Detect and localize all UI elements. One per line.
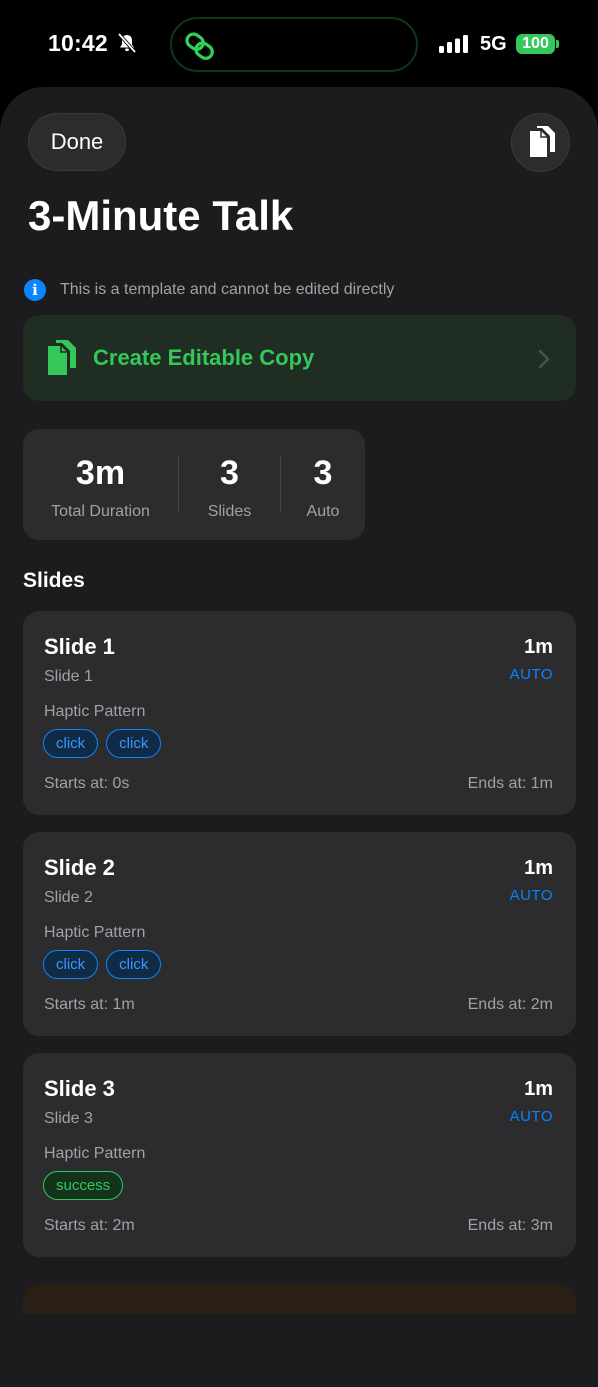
slide-subtitle: Slide 1 (44, 668, 93, 685)
slide-duration: 1m (524, 857, 553, 879)
slide-title: Slide 2 (44, 855, 115, 880)
duplicate-button[interactable] (511, 113, 570, 172)
slide-mode-badge: AUTO (509, 1108, 553, 1125)
stat-label: Total Duration (51, 503, 150, 520)
haptic-pattern-label: Haptic Pattern (44, 924, 146, 941)
chevron-right-icon (538, 349, 550, 374)
page-title: 3-Minute Talk (28, 192, 294, 239)
slide-duration: 1m (524, 636, 553, 658)
slide-end-time: Ends at: 1m (467, 775, 553, 792)
info-icon: i (24, 279, 46, 301)
done-button[interactable]: Done (28, 113, 126, 171)
stat-total-duration: 3m Total Duration (23, 429, 178, 540)
stat-slides: 3 Slides (179, 429, 280, 540)
create-editable-copy-button[interactable]: Create Editable Copy (23, 315, 576, 401)
stat-auto: 3 Auto (281, 429, 365, 540)
haptic-tags: click click (43, 729, 169, 759)
section-title-slides: Slides (23, 569, 85, 592)
slide-title: Slide 1 (44, 634, 115, 659)
stat-value: 3 (313, 454, 333, 492)
haptic-pattern-label: Haptic Pattern (44, 1145, 146, 1162)
slide-start-time: Starts at: 1m (44, 996, 135, 1013)
slide-subtitle: Slide 3 (44, 1110, 93, 1127)
slide-subtitle: Slide 2 (44, 889, 93, 906)
slide-start-time: Starts at: 2m (44, 1217, 135, 1234)
slide-card[interactable]: Slide 2 Slide 2 1m AUTO Haptic Pattern c… (23, 832, 576, 1036)
haptic-tags: click click (43, 950, 169, 980)
stat-label: Slides (207, 503, 252, 520)
slide-end-time: Ends at: 2m (467, 996, 553, 1013)
next-card-peek (23, 1284, 576, 1314)
stat-value: 3m (75, 454, 126, 492)
documents-icon (530, 126, 555, 157)
slide-start-time: Starts at: 0s (44, 775, 130, 792)
haptic-pattern-label: Haptic Pattern (44, 703, 146, 720)
slide-duration: 1m (524, 1078, 553, 1100)
link-icon (184, 31, 216, 66)
haptic-tag: click (106, 729, 162, 758)
network-type: 5G (480, 33, 507, 55)
signal-icon (439, 35, 471, 58)
create-copy-label: Create Editable Copy (93, 345, 315, 370)
haptic-tag: success (43, 1171, 124, 1200)
bell-slash-icon (116, 32, 138, 59)
battery-level: 100 (516, 34, 555, 54)
notice-text: This is a template and cannot be edited … (60, 281, 395, 298)
documents-icon (46, 339, 80, 382)
haptic-tag: click (43, 729, 99, 758)
slide-mode-badge: AUTO (509, 666, 553, 683)
status-time: 10:42 (48, 30, 108, 56)
slide-card[interactable]: Slide 3 Slide 3 1m AUTO Haptic Pattern s… (23, 1053, 576, 1257)
stat-value: 3 (220, 454, 239, 492)
haptic-tag: click (106, 950, 162, 979)
slide-end-time: Ends at: 3m (467, 1217, 553, 1234)
status-bar: 10:42 5G 100 (0, 0, 598, 88)
slide-mode-badge: AUTO (509, 887, 553, 904)
stat-label: Auto (306, 503, 340, 520)
battery-icon (556, 40, 559, 48)
slide-title: Slide 3 (44, 1076, 115, 1101)
dynamic-island[interactable] (170, 17, 418, 72)
stats-summary: 3m Total Duration 3 Slides 3 Auto (23, 429, 365, 540)
slide-card[interactable]: Slide 1 Slide 1 1m AUTO Haptic Pattern c… (23, 611, 576, 815)
haptic-tags: success (43, 1171, 131, 1201)
haptic-tag: click (43, 950, 99, 979)
